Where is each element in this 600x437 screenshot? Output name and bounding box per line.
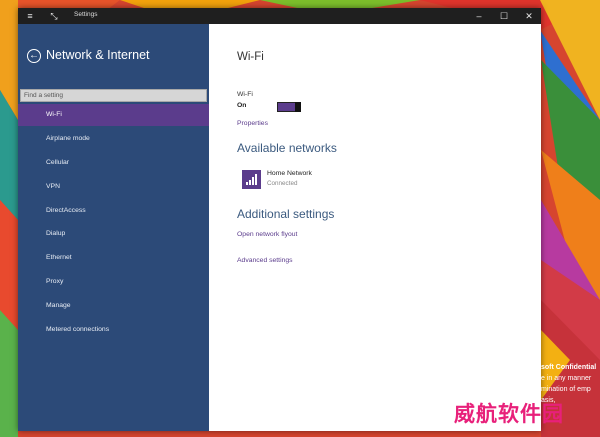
sidebar-item-wifi[interactable]: Wi-Fi: [18, 104, 209, 126]
available-networks-heading: Available networks: [237, 141, 337, 155]
toggle-knob: [295, 101, 301, 112]
minimize-button[interactable]: –: [467, 8, 491, 24]
network-name[interactable]: Home Network: [267, 170, 312, 177]
confidential-text-line: soft Confidential: [541, 364, 597, 371]
wifi-signal-icon[interactable]: [242, 170, 261, 189]
title-bar[interactable]: ≡ ⤡ Settings – ☐ ✕: [18, 8, 541, 24]
main-content: Wi-Fi Wi-Fi On Properties Available netw…: [209, 24, 541, 431]
advanced-settings-link[interactable]: Advanced settings: [237, 257, 293, 264]
close-button[interactable]: ✕: [517, 8, 541, 24]
wifi-toggle-state: On: [237, 102, 247, 109]
network-status: Connected: [267, 180, 298, 187]
sidebar-item-vpn[interactable]: VPN: [18, 176, 209, 198]
page-title: Wi-Fi: [237, 51, 264, 63]
wifi-toggle-label: Wi-Fi: [237, 91, 253, 98]
search-input[interactable]: Find a setting: [20, 89, 207, 102]
sidebar: ← Network & Internet Find a setting Wi-F…: [18, 24, 209, 431]
properties-link[interactable]: Properties: [237, 120, 268, 127]
confidential-text-line: e in any manner: [541, 375, 592, 382]
settings-window: ≡ ⤡ Settings – ☐ ✕ ← Network & Internet …: [18, 8, 541, 431]
sidebar-item-dialup[interactable]: Dialup: [18, 223, 209, 245]
additional-settings-heading: Additional settings: [237, 207, 335, 221]
sidebar-title: Network & Internet: [46, 48, 150, 62]
back-arrow-icon[interactable]: ←: [27, 49, 41, 63]
sidebar-item-proxy[interactable]: Proxy: [18, 271, 209, 293]
open-network-flyout-link[interactable]: Open network flyout: [237, 231, 297, 238]
sidebar-item-ethernet[interactable]: Ethernet: [18, 247, 209, 269]
window-title: Settings: [74, 11, 98, 18]
sidebar-item-metered-connections[interactable]: Metered connections: [18, 319, 209, 341]
hamburger-menu-icon[interactable]: ≡: [20, 8, 40, 24]
sidebar-item-airplane-mode[interactable]: Airplane mode: [18, 128, 209, 150]
sidebar-item-manage[interactable]: Manage: [18, 295, 209, 317]
watermark-text: 威航软件园: [454, 402, 564, 426]
wifi-toggle-switch[interactable]: [277, 101, 301, 112]
sidebar-item-cellular[interactable]: Cellular: [18, 152, 209, 174]
maximize-button[interactable]: ☐: [492, 8, 516, 24]
confidential-text-line: mination of emp: [541, 386, 591, 393]
tablet-mode-icon[interactable]: ⤡: [44, 8, 64, 24]
sidebar-item-directaccess[interactable]: DirectAccess: [18, 200, 209, 222]
